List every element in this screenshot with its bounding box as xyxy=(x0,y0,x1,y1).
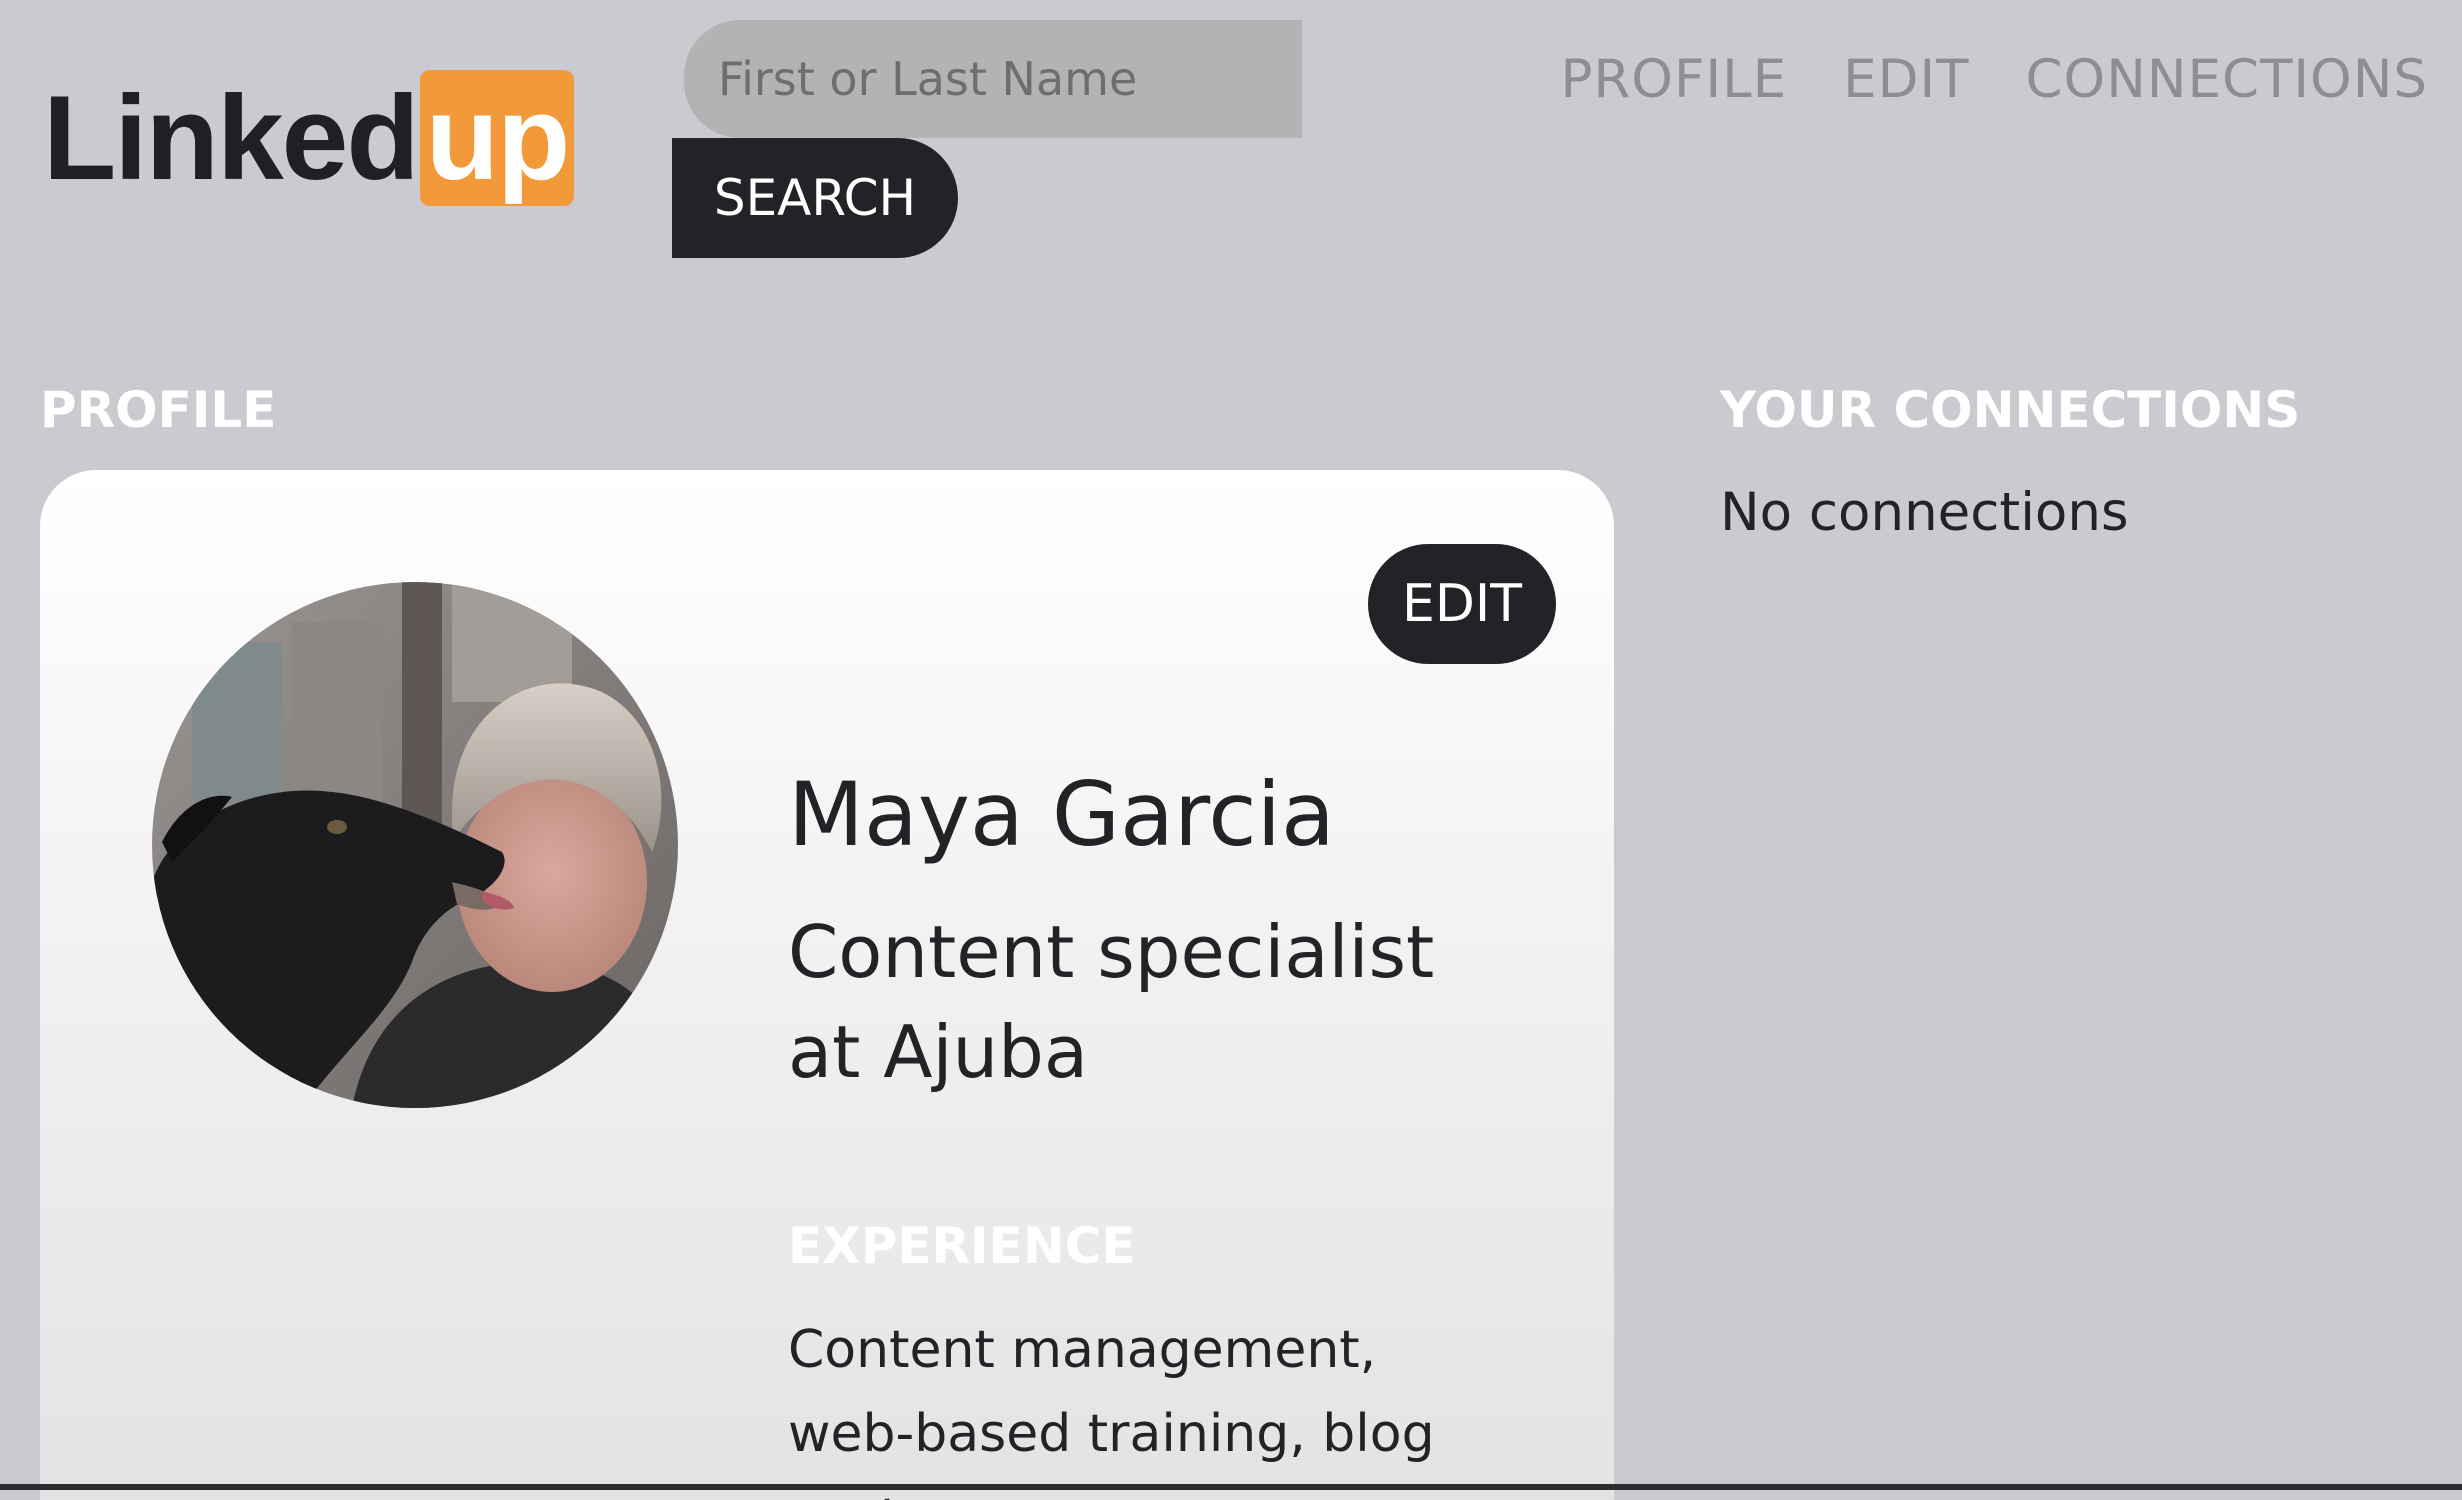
avatar xyxy=(152,582,678,1108)
search-button[interactable]: SEARCH xyxy=(672,138,958,258)
experience-heading: EXPERIENCE xyxy=(788,1217,1136,1275)
experience-text: Content management, web-based training, … xyxy=(788,1320,1435,1500)
nav-connections-link[interactable]: CONNECTIONS xyxy=(2025,42,2428,118)
search-input[interactable] xyxy=(684,20,1302,138)
window-bottom-border xyxy=(0,1484,2462,1490)
profile-photo-icon xyxy=(152,582,678,1108)
linkedup-logo[interactable]: Linked up xyxy=(43,70,575,206)
no-connections-text: No connections xyxy=(1720,482,2129,543)
logo-badge: up xyxy=(419,70,575,206)
logo-wordmark: Linked xyxy=(43,71,420,205)
nav-edit-link[interactable]: EDIT xyxy=(1843,42,1969,118)
profile-card: EDIT Maya Garcia Content specialist at A… xyxy=(40,470,1614,1500)
profile-job-title: Content specialist at Ajuba xyxy=(788,910,1435,1094)
connections-section-heading: YOUR CONNECTIONS xyxy=(1720,381,2301,439)
profile-section-heading: PROFILE xyxy=(40,381,277,439)
top-navigation: PROFILE EDIT CONNECTIONS xyxy=(1561,42,2428,118)
edit-profile-button[interactable]: EDIT xyxy=(1368,544,1556,664)
nav-profile-link[interactable]: PROFILE xyxy=(1561,42,1788,118)
profile-name: Maya Garcia xyxy=(788,763,1335,866)
